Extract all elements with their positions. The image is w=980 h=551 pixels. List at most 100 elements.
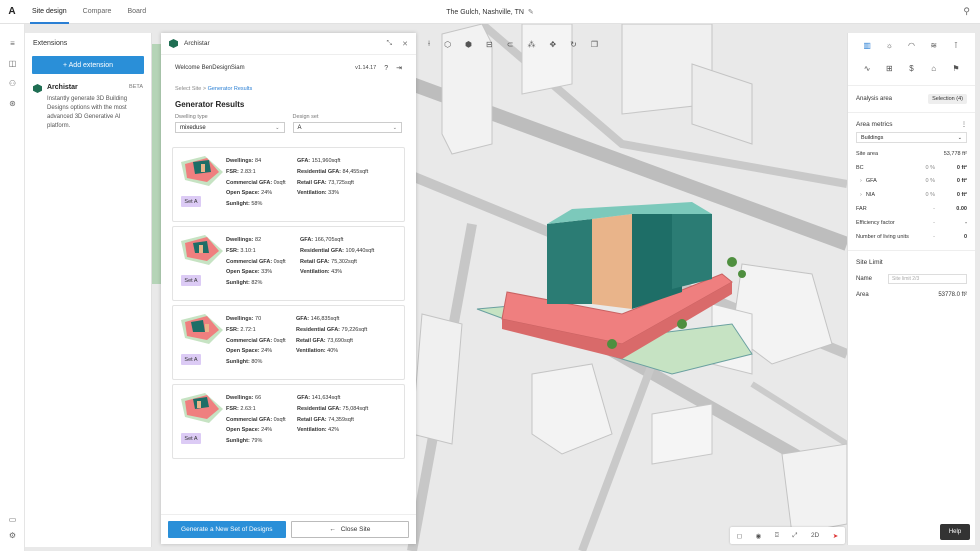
solar-panel-icon[interactable]: ⊞ xyxy=(878,64,900,73)
residential-gfa-value: Residential GFA: 109,440sqft xyxy=(300,247,375,254)
fullscreen-icon[interactable]: ⤢ xyxy=(792,532,797,540)
eye-icon[interactable]: ◉ xyxy=(756,532,762,540)
design-thumbnail xyxy=(181,156,223,186)
design-thumbnail xyxy=(181,235,223,265)
extensions-title: Extensions xyxy=(33,40,68,47)
result-card[interactable]: Set A Dwellings: 66 FSR: 2.63:1 Commerci… xyxy=(172,384,405,459)
metric-label: Number of living units xyxy=(856,233,909,240)
extensions-icon[interactable]: ⊛ xyxy=(7,98,18,109)
tab-compare[interactable]: Compare xyxy=(75,0,120,24)
help-icon[interactable]: ? xyxy=(384,65,388,72)
left-rail: ≡ ◫ ⚇ ⊛ ▭ ⚙ xyxy=(0,24,25,551)
name-label: Name xyxy=(856,275,873,282)
extension-archistar[interactable]: Archistar BETA Instantly generate 3D Bui… xyxy=(25,74,151,141)
chevron-right-icon[interactable]: › xyxy=(860,192,862,198)
metric-pct: - xyxy=(933,219,935,226)
sun-icon[interactable]: ☼ xyxy=(878,41,900,50)
metric-row: FAR - 0.00 xyxy=(848,202,975,216)
section-icon[interactable]: ⊟ xyxy=(486,40,493,49)
site-area-row: Site area 53,778 ft² xyxy=(848,147,975,161)
dwellings-value: Dwellings: 82 xyxy=(226,237,262,243)
dome-icon[interactable]: ◠ xyxy=(900,41,922,50)
metric-row[interactable]: › GFA 0 % 0 ft² xyxy=(848,175,975,189)
name-row: Name Site limit 2/3 xyxy=(848,273,975,284)
design-thumbnail xyxy=(181,393,223,423)
area-metrics-header: Area metrics ⋮ xyxy=(848,121,975,128)
retail-gfa-value: Retail GFA: 75,302sqft xyxy=(300,258,357,265)
analysis-area-label: Analysis area xyxy=(856,96,893,102)
analysis-panel: ▥ ☼ ◠ ≋ ⊺ ∿ ⊞ $ ⌂ ⚑ Analysis area Select… xyxy=(847,33,975,545)
chevron-right-icon[interactable]: › xyxy=(860,178,862,184)
dwellings-value: Dwellings: 70 xyxy=(226,316,262,322)
copy-icon[interactable]: ❐ xyxy=(591,40,598,49)
set-badge[interactable]: Set A xyxy=(181,275,201,286)
generate-designs-button[interactable]: Generate a New Set of Designs xyxy=(168,521,286,538)
wind-icon[interactable]: ≋ xyxy=(923,41,945,50)
autodesk-logo[interactable]: A xyxy=(0,0,24,24)
extension-description: Instantly generate 3D Building Designs o… xyxy=(47,96,128,129)
tag-icon[interactable]: ⊂ xyxy=(507,40,514,49)
ventilation-value: Ventilation: 40% xyxy=(296,348,339,355)
keyboard-icon[interactable]: ▭ xyxy=(7,514,18,525)
box-icon[interactable]: ⬡ xyxy=(444,40,451,49)
edit-project-icon[interactable]: ✎ xyxy=(528,9,534,16)
collapse-icon[interactable]: ≡ xyxy=(7,38,18,49)
dwelling-type-label: Dwelling type xyxy=(175,114,208,120)
archistar-header: Archistar ⤡ ✕ xyxy=(161,33,416,55)
cost-icon[interactable]: $ xyxy=(900,64,922,73)
selection-pill[interactable]: Selection (4) xyxy=(928,94,967,104)
move-icon[interactable]: ✥ xyxy=(549,40,556,49)
page-title: Generator Results xyxy=(175,100,245,109)
camera-icon[interactable]: ⌼ xyxy=(775,532,779,540)
tab-board[interactable]: Board xyxy=(119,0,154,24)
people-icon[interactable]: ⚇ xyxy=(7,78,18,89)
close-site-button[interactable]: ← Close Site xyxy=(290,521,409,538)
measure-icon[interactable]: ⟊ xyxy=(428,39,430,49)
breadcrumb-select-site[interactable]: Select Site xyxy=(175,86,201,92)
layers-icon[interactable]: ◫ xyxy=(7,58,18,69)
dwelling-type-select[interactable]: mixeduse ⌄ xyxy=(175,122,285,133)
set-badge[interactable]: Set A xyxy=(181,354,201,365)
bar-chart-icon[interactable]: ▥ xyxy=(856,41,878,50)
result-card[interactable]: Set A Dwellings: 84 FSR: 2.83:1 Commerci… xyxy=(172,147,405,222)
rotate-icon[interactable]: ↻ xyxy=(570,40,577,49)
cube-icon[interactable]: ⬢ xyxy=(465,40,472,49)
network-icon[interactable]: ⁂ xyxy=(527,40,535,49)
settings-icon[interactable]: ⚙ xyxy=(7,530,18,541)
metric-row[interactable]: › NIA 0 % 0 ft² xyxy=(848,188,975,202)
metrics-select-value: Buildings xyxy=(861,134,884,141)
view-mode-toggle[interactable]: 2D xyxy=(811,532,819,539)
noise-icon[interactable]: ∿ xyxy=(856,64,878,73)
energy-icon[interactable]: ⌂ xyxy=(923,64,945,73)
area-label: Area xyxy=(856,291,869,298)
chevron-down-icon: ⌄ xyxy=(957,134,962,141)
add-extension-button[interactable]: + Add extension xyxy=(32,56,144,74)
design-set-select[interactable]: A ⌄ xyxy=(292,122,402,133)
tab-site-design[interactable]: Site design xyxy=(24,0,75,24)
dwelling-type-value: mixeduse xyxy=(180,124,206,131)
metric-label: BC xyxy=(856,164,864,171)
logout-icon[interactable]: ⇥ xyxy=(396,64,402,72)
set-badge[interactable]: Set A xyxy=(181,196,201,207)
collapse-panel-icon[interactable]: ⤡ xyxy=(387,40,393,48)
set-badge[interactable]: Set A xyxy=(181,433,201,444)
fsr-value: FSR: 2.83:1 xyxy=(226,168,256,175)
flag-icon[interactable]: ⚑ xyxy=(945,64,967,73)
site-limit-name-input[interactable]: Site limit 2/3 xyxy=(888,273,967,284)
compass-icon[interactable]: ➤ xyxy=(833,532,838,540)
commercial-gfa-value: Commercial GFA: 0sqft xyxy=(226,337,286,344)
metric-pct: 0 % xyxy=(925,164,935,171)
frame-icon[interactable]: ◻ xyxy=(737,532,742,540)
close-icon[interactable]: ✕ xyxy=(402,40,408,48)
metrics-select[interactable]: Buildings ⌄ xyxy=(856,132,967,143)
open-space-value: Open Space: 33% xyxy=(226,269,273,276)
breadcrumb-generator-results: Generator Results xyxy=(207,86,253,92)
beta-badge: BETA xyxy=(129,84,143,90)
result-card[interactable]: Set A Dwellings: 82 FSR: 3.10:1 Commerci… xyxy=(172,226,405,301)
result-card[interactable]: Set A Dwellings: 70 FSR: 2.72:1 Commerci… xyxy=(172,305,405,380)
person-icon[interactable]: ⚲ xyxy=(963,6,970,17)
dwellings-value: Dwellings: 66 xyxy=(226,395,262,401)
more-icon[interactable]: ⋮ xyxy=(961,121,967,128)
thermometer-icon[interactable]: ⊺ xyxy=(945,41,967,50)
help-button[interactable]: Help xyxy=(940,524,970,540)
